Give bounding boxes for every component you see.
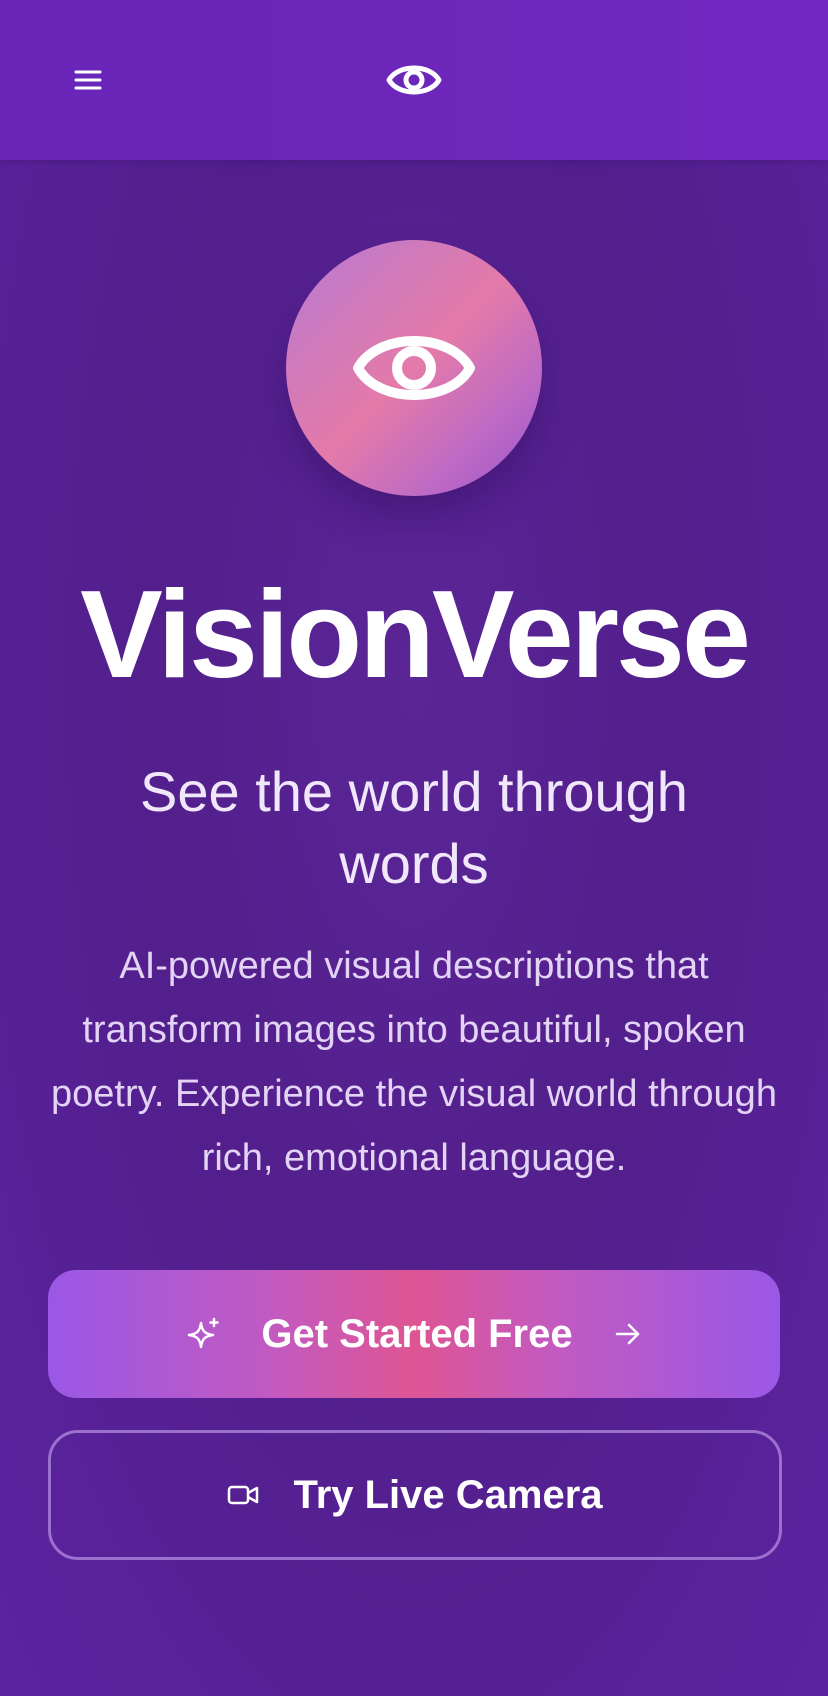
try-live-camera-label: Try Live Camera [293, 1473, 603, 1517]
menu-button[interactable] [60, 60, 116, 100]
hero-badge [286, 240, 542, 496]
sparkles-icon [187, 1317, 221, 1351]
eye-icon [386, 65, 442, 95]
video-camera-icon [227, 1483, 259, 1507]
app-title: VisionVerse [80, 566, 751, 704]
menu-icon [74, 70, 102, 90]
get-started-button[interactable]: Get Started Free [48, 1270, 780, 1398]
description: AI-powered visual descriptions that tran… [51, 945, 777, 1179]
arrow-right-icon [615, 1322, 641, 1346]
logo [386, 56, 442, 104]
try-live-camera-button[interactable]: Try Live Camera [48, 1430, 782, 1560]
eye-icon [353, 336, 475, 400]
get-started-label: Get Started Free [261, 1312, 573, 1356]
top-app-bar [0, 0, 828, 160]
tagline: See the world through words [140, 760, 688, 895]
